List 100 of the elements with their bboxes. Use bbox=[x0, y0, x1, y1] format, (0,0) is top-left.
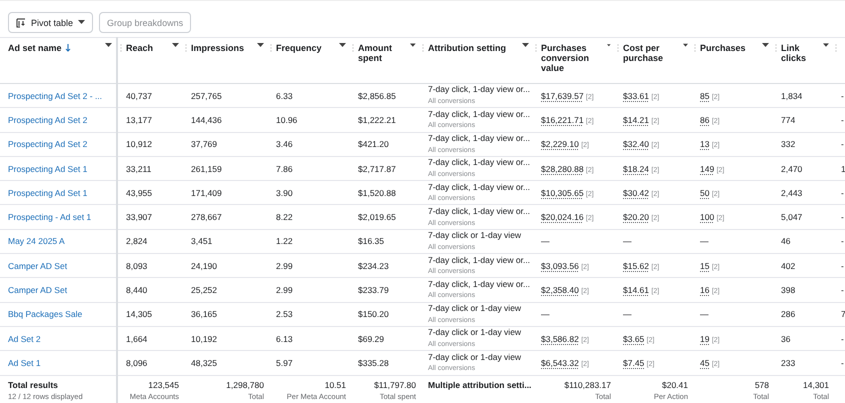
column-header[interactable]: Reach bbox=[126, 43, 154, 53]
metric-link[interactable]: $14.21 bbox=[623, 114, 649, 125]
ad-set-link[interactable]: Prospecting - Ad set 1 bbox=[8, 212, 92, 222]
column-menu-icon[interactable] bbox=[607, 43, 611, 48]
table-cell: 1,664 bbox=[126, 334, 148, 344]
metric-link[interactable]: $20.20 bbox=[623, 212, 649, 222]
sort-arrow-icon[interactable] bbox=[64, 44, 71, 52]
table-cell: $150.20 bbox=[358, 309, 389, 320]
ad-set-link[interactable]: Prospecting Ad Set 2 bbox=[8, 114, 88, 125]
column-header[interactable]: Purchases bbox=[700, 43, 746, 53]
column-menu-icon[interactable] bbox=[823, 43, 829, 48]
metric-link[interactable]: $3,586.82 bbox=[541, 334, 579, 344]
ad-set-link[interactable]: Camper AD Set bbox=[8, 260, 68, 271]
table-cell: - bbox=[841, 260, 844, 271]
metric-link[interactable]: 16 bbox=[700, 285, 710, 296]
metric-link[interactable]: $2,229.10 bbox=[541, 139, 579, 150]
table-cell: $234.23 bbox=[358, 260, 389, 271]
column-header[interactable]: Purchases conversion value bbox=[541, 43, 604, 73]
drag-handle-icon[interactable] bbox=[352, 44, 354, 52]
metric-link[interactable]: $15.62 bbox=[623, 260, 649, 271]
drag-handle-icon[interactable] bbox=[835, 44, 837, 52]
table-cell: - bbox=[841, 358, 844, 368]
metric-link[interactable]: 15 bbox=[700, 260, 710, 271]
metric-link[interactable]: $28,280.88 bbox=[541, 164, 584, 174]
metric-link[interactable]: $33.61 bbox=[623, 90, 649, 101]
metric-link[interactable]: $17,639.57 bbox=[541, 90, 584, 101]
metric-link[interactable]: $20,024.16 bbox=[541, 212, 584, 222]
metric-link[interactable]: 100 bbox=[700, 212, 714, 222]
table-cell: - bbox=[841, 236, 844, 246]
table-cell: 37,769 bbox=[191, 139, 217, 150]
drag-handle-icon[interactable] bbox=[694, 44, 696, 52]
column-menu-icon[interactable] bbox=[522, 43, 529, 48]
column-menu-icon[interactable] bbox=[682, 43, 688, 48]
metric-link[interactable]: $10,305.65 bbox=[541, 188, 584, 198]
column-header[interactable]: Amount spent bbox=[358, 43, 408, 63]
metric-link[interactable]: $16,221.71 bbox=[541, 114, 584, 125]
column-header[interactable]: Frequency bbox=[276, 43, 322, 53]
table-cell: 33,907 bbox=[126, 212, 152, 222]
table-cell: 1 bbox=[841, 164, 845, 174]
ad-set-link[interactable]: Prospecting Ad Set 1 bbox=[8, 188, 88, 198]
metric-link[interactable]: 85 bbox=[700, 90, 710, 101]
metric-link[interactable]: 86 bbox=[700, 114, 710, 125]
total-value: $11,797.80 bbox=[374, 380, 416, 390]
table-cell: 171,409 bbox=[191, 188, 222, 198]
ad-set-link[interactable]: Prospecting Ad Set 1 bbox=[8, 164, 88, 174]
table-cell: 7 bbox=[841, 309, 845, 320]
table-cell: 5.97 bbox=[276, 358, 293, 368]
total-value: $110,283.17 bbox=[564, 380, 611, 390]
ad-set-link[interactable]: Prospecting Ad Set 2 - ... bbox=[8, 90, 102, 101]
column-header[interactable]: Link clicks bbox=[781, 43, 820, 63]
table-cell: $1,520.88 bbox=[358, 188, 396, 198]
drag-handle-icon[interactable] bbox=[617, 44, 619, 52]
column-menu-icon[interactable] bbox=[172, 43, 179, 48]
drag-handle-icon[interactable] bbox=[270, 44, 272, 52]
metric-link[interactable]: $6,543.32 bbox=[541, 358, 579, 368]
table-cell: 144,436 bbox=[191, 114, 222, 125]
metric-link[interactable]: $7.45 bbox=[623, 358, 644, 368]
metric-link[interactable]: $30.42 bbox=[623, 188, 649, 198]
drag-handle-icon[interactable] bbox=[775, 44, 777, 52]
metric-link[interactable]: 149 bbox=[700, 164, 714, 174]
total-attribution: Multiple attribution setti... bbox=[428, 380, 532, 390]
drag-handle-icon[interactable] bbox=[185, 44, 187, 52]
metric-link[interactable]: $32.40 bbox=[623, 139, 649, 150]
metric-link[interactable]: $14.61 bbox=[623, 285, 649, 296]
drag-handle-icon[interactable] bbox=[120, 44, 122, 52]
column-menu-icon[interactable] bbox=[257, 43, 264, 48]
table-cell: 3.46 bbox=[276, 139, 293, 150]
table-cell: 7.86 bbox=[276, 164, 293, 174]
table-cell: 257,765 bbox=[191, 90, 222, 101]
column-header[interactable]: Impressions bbox=[191, 43, 244, 53]
column-menu-icon[interactable] bbox=[105, 43, 112, 48]
metric-link[interactable]: 50 bbox=[700, 188, 710, 198]
ad-set-link[interactable]: Bbq Packages Sale bbox=[8, 309, 82, 320]
pivot-table-button[interactable]: Pivot table bbox=[8, 12, 94, 33]
drag-handle-icon[interactable] bbox=[535, 44, 537, 52]
ad-set-link[interactable]: Ad Set 1 bbox=[8, 358, 41, 368]
column-header[interactable]: Cost per purchase bbox=[623, 43, 680, 63]
metric-link[interactable]: 45 bbox=[700, 358, 710, 368]
metric-link[interactable]: $18.24 bbox=[623, 164, 649, 174]
table-cell: 40,737 bbox=[126, 90, 152, 101]
drag-handle-icon[interactable] bbox=[422, 44, 424, 52]
column-menu-icon[interactable] bbox=[339, 43, 346, 48]
ad-set-link[interactable]: Prospecting Ad Set 2 bbox=[8, 139, 88, 150]
column-menu-icon[interactable] bbox=[762, 43, 769, 48]
column-header[interactable]: Ad set name bbox=[8, 43, 62, 53]
metric-link[interactable]: $3,093.56 bbox=[541, 260, 579, 271]
ad-set-link[interactable]: Ad Set 2 bbox=[8, 334, 41, 344]
caret-icon[interactable] bbox=[78, 20, 86, 25]
table-cell: - bbox=[841, 90, 844, 101]
column-header[interactable]: Attribution setting bbox=[428, 43, 506, 53]
ad-set-link[interactable]: May 24 2025 A bbox=[8, 236, 65, 246]
ad-set-link[interactable]: Camper AD Set bbox=[8, 285, 68, 296]
metric-link[interactable]: $3.65 bbox=[623, 334, 644, 344]
table-cell: 24,190 bbox=[191, 260, 217, 271]
metric-link[interactable]: 19 bbox=[700, 334, 710, 344]
metric-link[interactable]: 13 bbox=[700, 139, 710, 150]
metric-link[interactable]: $2,358.40 bbox=[541, 285, 579, 296]
table-cell: $421.20 bbox=[358, 139, 389, 150]
column-menu-icon[interactable] bbox=[410, 43, 416, 48]
table-cell: 3.90 bbox=[276, 188, 293, 198]
